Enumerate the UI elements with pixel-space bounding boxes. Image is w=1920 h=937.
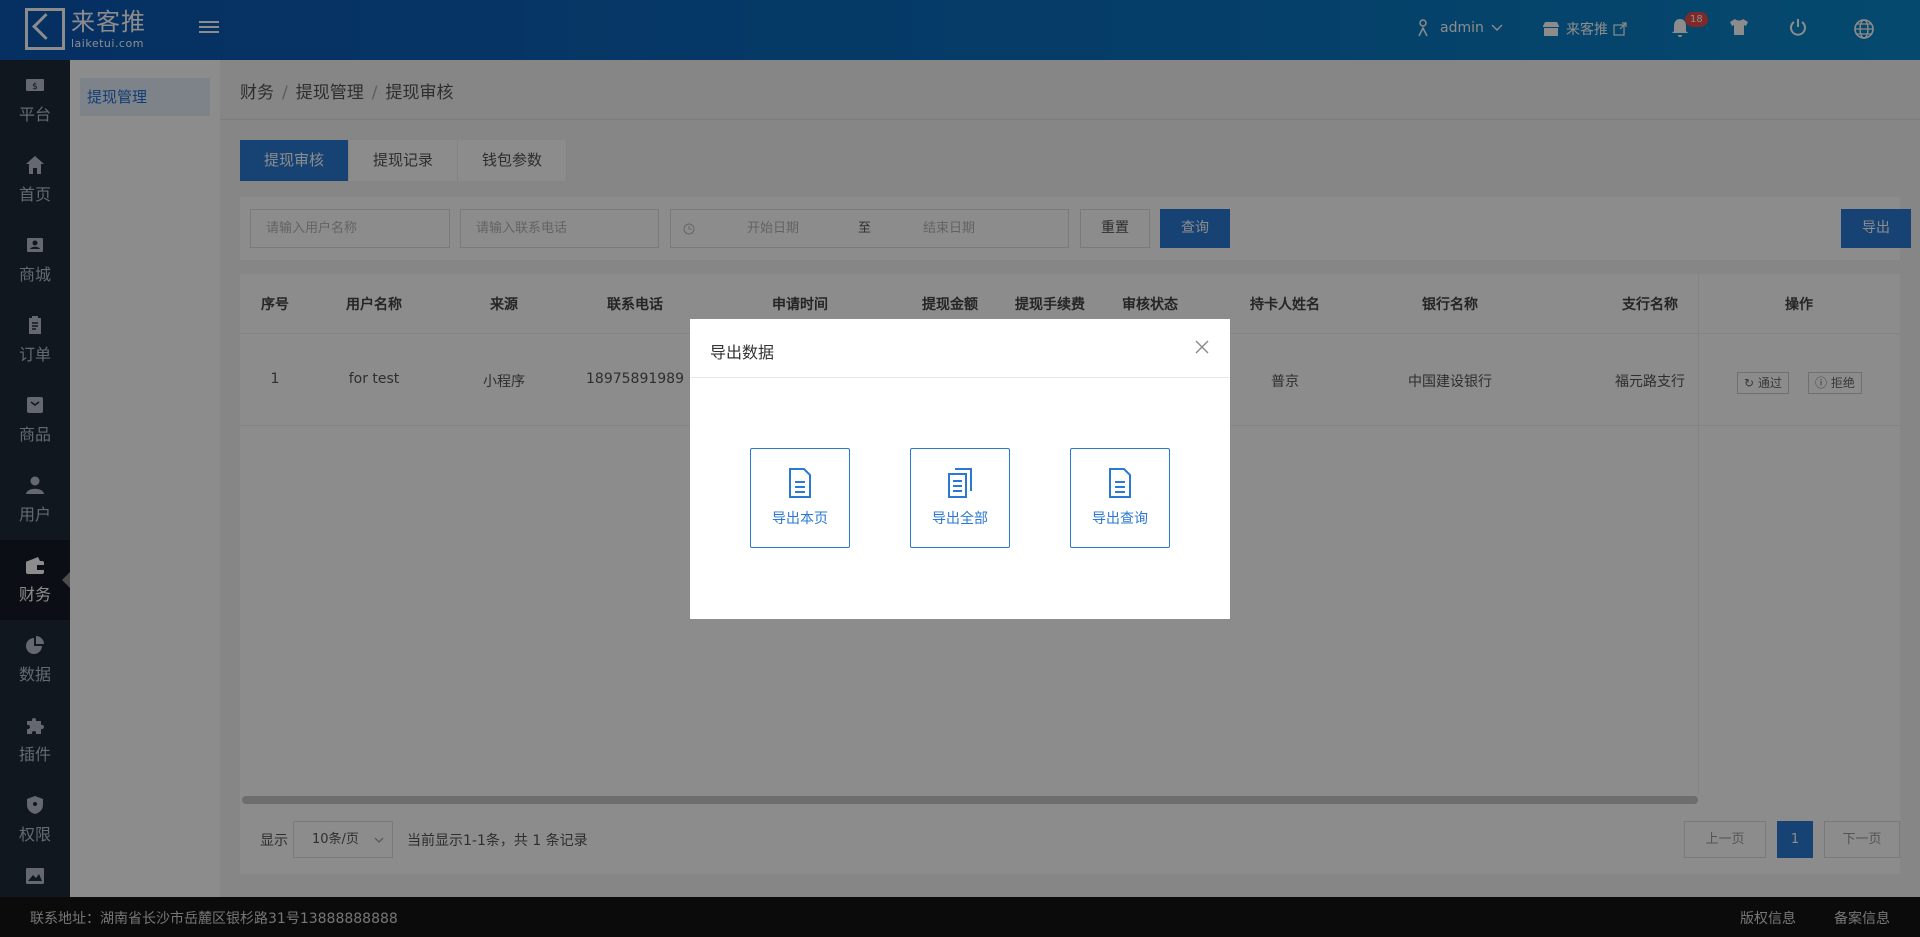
export-query-button[interactable]: 导出查询 <box>1070 448 1170 548</box>
close-icon[interactable] <box>1194 339 1210 355</box>
export-page-button[interactable]: 导出本页 <box>750 448 850 548</box>
export-query-label: 导出查询 <box>1092 511 1148 527</box>
documents-copy-icon <box>948 468 972 498</box>
document-icon <box>789 468 811 498</box>
document-icon <box>1109 468 1131 498</box>
export-all-button[interactable]: 导出全部 <box>910 448 1010 548</box>
dialog-header: 导出数据 <box>690 319 1230 378</box>
export-dialog: 导出数据 导出本页 导出全部 导出查询 <box>690 319 1230 619</box>
dialog-title: 导出数据 <box>710 343 775 362</box>
export-all-label: 导出全部 <box>932 511 988 527</box>
export-page-label: 导出本页 <box>772 511 828 527</box>
